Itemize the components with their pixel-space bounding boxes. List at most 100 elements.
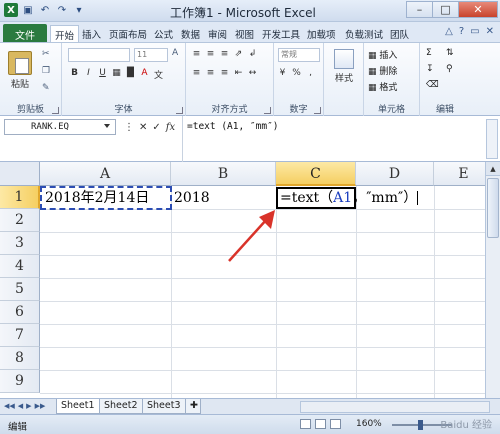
first-sheet-icon[interactable]: ◀◀ xyxy=(4,402,15,410)
font-color-icon[interactable]: A xyxy=(140,68,149,81)
find-select-icon[interactable]: ⚲ xyxy=(446,64,453,74)
scroll-up-icon[interactable]: ▲ xyxy=(486,162,500,176)
cut-icon[interactable]: ✂ xyxy=(42,49,50,59)
cell-a1[interactable]: 2018年2月14日 xyxy=(40,187,171,209)
page-break-view-icon[interactable] xyxy=(330,419,341,429)
minimize-button[interactable]: – xyxy=(406,1,433,18)
column-header-a[interactable]: A xyxy=(40,162,171,186)
fill-color-icon[interactable]: █ xyxy=(126,68,135,81)
select-all-button[interactable] xyxy=(0,162,40,186)
formula-bar-expand-button[interactable] xyxy=(486,119,498,159)
tab-data[interactable]: 数据 xyxy=(177,25,204,42)
font-name-select[interactable] xyxy=(68,48,130,62)
row-header-1[interactable]: 1 xyxy=(0,186,40,209)
paste-button[interactable]: 粘贴 xyxy=(6,51,34,90)
zoom-slider-thumb[interactable] xyxy=(418,420,423,430)
column-header-c[interactable]: C xyxy=(276,162,356,186)
tab-home[interactable]: 开始 xyxy=(50,25,80,42)
close-workbook-icon[interactable]: ✕ xyxy=(486,26,494,37)
row-header-5[interactable]: 5 xyxy=(0,278,40,301)
restore-workbook-icon[interactable]: ▭ xyxy=(470,26,479,37)
scroll-thumb[interactable] xyxy=(487,178,499,238)
maximize-button[interactable]: □ xyxy=(432,1,459,18)
formula-input[interactable]: =text (A1, ″mm″) xyxy=(182,116,484,162)
copy-icon[interactable]: ❐ xyxy=(42,66,50,76)
redo-icon[interactable]: ↷ xyxy=(55,3,69,17)
last-sheet-icon[interactable]: ▶▶ xyxy=(35,402,46,410)
fill-icon[interactable]: ↧ xyxy=(426,64,434,74)
percent-icon[interactable]: % xyxy=(292,68,301,78)
alignment-launcher-icon[interactable] xyxy=(264,107,271,114)
name-box[interactable]: RANK.EQ xyxy=(4,119,116,135)
align-center-icon[interactable]: ≡ xyxy=(206,68,215,78)
row-header-6[interactable]: 6 xyxy=(0,301,40,324)
tab-review[interactable]: 审阅 xyxy=(204,25,231,42)
grow-font-icon[interactable]: A xyxy=(172,48,178,58)
decrease-indent-icon[interactable]: ⇤ xyxy=(234,68,243,78)
tab-team[interactable]: 团队 xyxy=(386,25,413,42)
tab-insert[interactable]: 插入 xyxy=(78,25,105,42)
row-header-8[interactable]: 8 xyxy=(0,347,40,370)
row-header-9[interactable]: 9 xyxy=(0,370,40,393)
format-painter-icon[interactable]: ✎ xyxy=(42,83,50,93)
vertical-scrollbar[interactable]: ▲ xyxy=(485,162,500,398)
cell-c1-editing[interactable]: =text（A1，″mm″） xyxy=(276,187,419,209)
save-icon[interactable]: ▣ xyxy=(21,3,35,17)
align-right-icon[interactable]: ≡ xyxy=(220,68,229,78)
close-button[interactable]: ✕ xyxy=(458,1,498,18)
styles-button[interactable]: 样式 xyxy=(328,49,360,84)
font-size-select[interactable]: 11 xyxy=(134,48,168,62)
clipboard-launcher-icon[interactable] xyxy=(52,107,59,114)
row-header-3[interactable]: 3 xyxy=(0,232,40,255)
autosum-icon[interactable]: Σ xyxy=(426,48,432,58)
sheet-tab-1[interactable]: Sheet1 xyxy=(56,399,100,414)
tab-load-test[interactable]: 负载测试 xyxy=(341,25,387,42)
cancel-icon[interactable]: ✕ xyxy=(139,122,147,133)
sheet-tab-2[interactable]: Sheet2 xyxy=(99,399,143,414)
tab-developer[interactable]: 开发工具 xyxy=(258,25,304,42)
align-bottom-icon[interactable]: ≡ xyxy=(220,49,229,59)
align-left-icon[interactable]: ≡ xyxy=(192,68,201,78)
phonetic-icon[interactable]: 文 xyxy=(154,68,163,81)
insert-cells-button[interactable]: ▦ 插入 xyxy=(368,48,397,61)
horizontal-scrollbar[interactable] xyxy=(300,401,490,413)
tab-formulas[interactable]: 公式 xyxy=(150,25,177,42)
tab-view[interactable]: 视图 xyxy=(231,25,258,42)
next-sheet-icon[interactable]: ▶ xyxy=(26,402,31,410)
column-header-d[interactable]: D xyxy=(356,162,434,186)
italic-icon[interactable]: I xyxy=(84,68,93,81)
wrap-text-icon[interactable]: ↲ xyxy=(248,49,257,59)
orientation-icon[interactable]: ⇗ xyxy=(234,49,243,59)
help-icon[interactable]: ? xyxy=(459,26,464,37)
delete-cells-button[interactable]: ▦ 删除 xyxy=(368,64,397,77)
currency-icon[interactable]: ¥ xyxy=(278,68,287,78)
page-layout-view-icon[interactable] xyxy=(315,419,326,429)
normal-view-icon[interactable] xyxy=(300,419,311,429)
align-top-icon[interactable]: ≡ xyxy=(192,49,201,59)
column-header-e[interactable]: E xyxy=(434,162,485,186)
tab-addins[interactable]: 加载项 xyxy=(303,25,340,42)
customize-qat-icon[interactable]: ▾ xyxy=(72,3,86,17)
column-header-b[interactable]: B xyxy=(171,162,276,186)
clear-icon[interactable]: ⌫ xyxy=(426,80,439,90)
enter-icon[interactable]: ✓ xyxy=(152,122,160,133)
tab-page-layout[interactable]: 页面布局 xyxy=(105,25,151,42)
number-format-select[interactable]: 常规 xyxy=(278,48,320,62)
number-launcher-icon[interactable] xyxy=(314,107,321,114)
comma-style-icon[interactable]: , xyxy=(306,68,315,78)
format-cells-button[interactable]: ▦ 格式 xyxy=(368,80,397,93)
row-header-2[interactable]: 2 xyxy=(0,209,40,232)
align-middle-icon[interactable]: ≡ xyxy=(206,49,215,59)
sheet-tab-3[interactable]: Sheet3 xyxy=(142,399,186,414)
minimize-ribbon-icon[interactable]: △ xyxy=(445,26,453,37)
zoom-level[interactable]: 160% xyxy=(356,419,382,429)
bold-icon[interactable]: B xyxy=(70,68,79,81)
border-icon[interactable]: ▦ xyxy=(112,68,121,81)
prev-sheet-icon[interactable]: ◀ xyxy=(18,402,23,410)
row-header-4[interactable]: 4 xyxy=(0,255,40,278)
row-header-7[interactable]: 7 xyxy=(0,324,40,347)
merge-cells-icon[interactable]: ↔ xyxy=(248,68,257,78)
tab-file[interactable]: 文件 xyxy=(3,24,47,42)
insert-function-icon[interactable]: fx xyxy=(166,122,175,133)
new-sheet-icon[interactable]: ✚ xyxy=(185,399,201,414)
